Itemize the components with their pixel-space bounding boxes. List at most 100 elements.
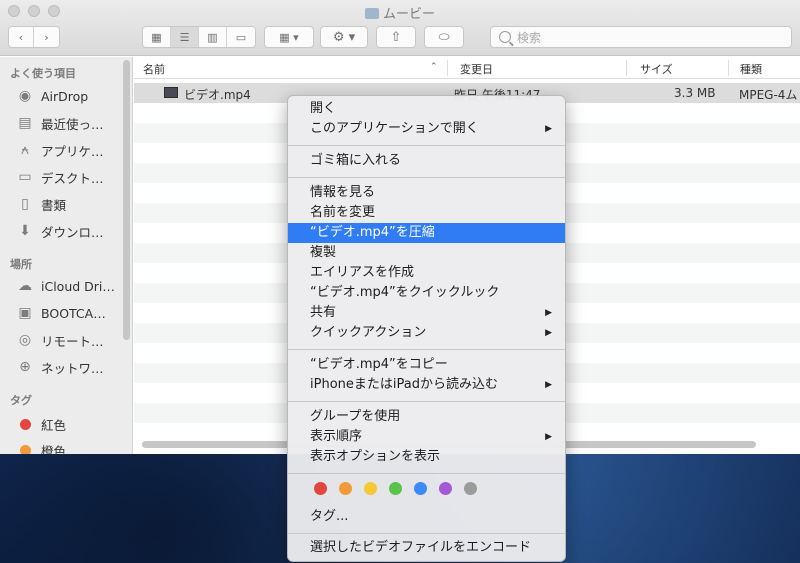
red-tag-dot-icon xyxy=(20,418,31,430)
menu-item-share[interactable]: 共有 ▶ xyxy=(288,303,565,323)
column-kind[interactable]: 種類 xyxy=(740,61,762,77)
sidebar-item-remote-disc[interactable]: ◎ リモート… xyxy=(16,330,104,350)
nav-buttons: ‹ › xyxy=(8,26,60,48)
menu-item-label: グループを使用 xyxy=(310,409,401,424)
menu-item-move-to-trash[interactable]: ゴミ箱に入れる xyxy=(288,151,565,171)
sort-ascending-icon: ⌃ xyxy=(430,62,438,72)
menu-item-label: 情報を見る xyxy=(310,185,376,200)
sidebar-item-network[interactable]: ⊕ ネットワ… xyxy=(16,357,104,377)
menu-item-encode-video[interactable]: 選択したビデオファイルをエンコード xyxy=(288,538,565,558)
tag-orange-button[interactable] xyxy=(339,482,352,495)
menu-item-label: このアプリケーションで開く xyxy=(310,121,479,136)
sidebar-item-documents[interactable]: ▯ 書類 xyxy=(16,194,66,214)
file-name: ビデオ.mp4 xyxy=(184,88,251,102)
tag-red-button[interactable] xyxy=(314,482,327,495)
sidebar-item-airdrop[interactable]: ◉ AirDrop xyxy=(16,86,88,106)
column-divider[interactable] xyxy=(447,60,448,76)
sidebar-item-label: ダウンロ… xyxy=(41,224,104,240)
gallery-icon: ▭ xyxy=(235,30,247,44)
menu-item-open[interactable]: 開く xyxy=(288,99,565,119)
sidebar-item-label: ネットワ… xyxy=(41,360,104,376)
icon-grid-icon: ▦ xyxy=(151,30,162,44)
menu-item-open-with[interactable]: このアプリケーションで開く ▶ xyxy=(288,119,565,139)
menu-separator xyxy=(288,473,565,474)
window-title: ムービー xyxy=(0,3,800,22)
menu-item-make-alias[interactable]: エイリアスを作成 xyxy=(288,263,565,283)
sidebar: よく使う項目 ◉ AirDrop ▤ 最近使っ… ⍲ アプリケ… ▭ デスクト… ▯ 書類… xyxy=(0,57,133,454)
sidebar-item-bootcamp[interactable]: ▣ BOOTCA… xyxy=(16,303,106,323)
sidebar-item-label: リモート… xyxy=(41,333,104,349)
column-name[interactable]: 名前 xyxy=(143,61,165,77)
submenu-arrow-icon: ▶ xyxy=(545,124,552,134)
sidebar-item-applications[interactable]: ⍲ アプリケ… xyxy=(16,140,104,160)
orange-tag-dot-icon xyxy=(20,444,31,454)
menu-item-quick-look[interactable]: “ビデオ.mp4”をクイックルック xyxy=(288,283,565,303)
menu-item-label: iPhoneまたはiPadから読み込む xyxy=(310,377,498,392)
sidebar-item-label: アプリケ… xyxy=(41,143,104,159)
icon-view-button[interactable]: ▦ xyxy=(143,27,171,47)
menu-item-duplicate[interactable]: 複製 xyxy=(288,243,565,263)
column-header: 名前 ⌃ 変更日 サイズ 種類 xyxy=(134,57,800,79)
group-button[interactable]: ▦ ▾ xyxy=(264,26,314,48)
menu-item-import-from-iphone[interactable]: iPhoneまたはiPadから読み込む ▶ xyxy=(288,375,565,395)
submenu-arrow-icon: ▶ xyxy=(545,432,552,442)
sidebar-item-label: iCloud Dri… xyxy=(41,278,115,294)
menu-item-view-options[interactable]: 表示オプションを表示 xyxy=(288,447,565,467)
group-grid-icon: ▦ ▾ xyxy=(279,30,299,44)
search-icon xyxy=(499,31,511,43)
menu-item-get-info[interactable]: 情報を見る xyxy=(288,183,565,203)
favorites-header: よく使う項目 xyxy=(10,67,76,80)
search-field[interactable]: 検索 xyxy=(490,26,792,48)
menu-item-label: 表示順序 xyxy=(310,429,363,444)
folder-icon xyxy=(364,8,379,19)
sidebar-item-tag-orange[interactable]: 橙色 xyxy=(16,440,66,454)
tag-gray-button[interactable] xyxy=(464,482,477,495)
menu-item-use-groups[interactable]: グループを使用 xyxy=(288,407,565,427)
submenu-arrow-icon: ▶ xyxy=(545,308,552,318)
share-button[interactable]: ⇧ xyxy=(376,26,416,48)
sidebar-item-recents[interactable]: ▤ 最近使っ… xyxy=(16,113,103,133)
menu-item-rename[interactable]: 名前を変更 xyxy=(288,203,565,223)
sidebar-item-label: BOOTCA… xyxy=(41,305,106,321)
back-button[interactable]: ‹ xyxy=(9,27,35,47)
menu-item-label: 名前を変更 xyxy=(310,205,376,220)
column-divider[interactable] xyxy=(626,60,627,76)
context-menu: 開く このアプリケーションで開く ▶ ゴミ箱に入れる 情報を見る 名前を変更 “ビ… xyxy=(287,95,566,562)
tag-green-button[interactable] xyxy=(389,482,402,495)
column-size[interactable]: サイズ xyxy=(640,61,673,77)
tag-yellow-button[interactable] xyxy=(364,482,377,495)
list-view-button[interactable]: ☰ xyxy=(171,27,199,47)
file-size: 3.3 MB xyxy=(674,86,716,100)
menu-item-label: “ビデオ.mp4”を圧縮 xyxy=(310,225,435,240)
menu-item-quick-actions[interactable]: クイックアクション ▶ xyxy=(288,323,565,343)
menu-item-label: クイックアクション xyxy=(310,325,427,340)
menu-item-tags[interactable]: タグ... xyxy=(288,507,565,527)
column-view-button[interactable]: ▥ xyxy=(199,27,227,47)
disk-icon: ▣ xyxy=(18,305,32,321)
column-modified[interactable]: 変更日 xyxy=(460,61,493,77)
icloud-icon: ☁ xyxy=(18,278,32,294)
gallery-view-button[interactable]: ▭ xyxy=(227,27,255,47)
file-kind: MPEG-4ム xyxy=(739,88,798,102)
column-divider[interactable] xyxy=(728,60,729,76)
forward-button[interactable]: › xyxy=(34,27,59,47)
sidebar-item-downloads[interactable]: ⬇ ダウンロ… xyxy=(16,221,104,241)
sidebar-item-icloud[interactable]: ☁ iCloud Dri… xyxy=(16,276,115,296)
submenu-arrow-icon: ▶ xyxy=(545,328,552,338)
action-button[interactable]: ⚙ ▾ xyxy=(320,26,368,48)
menu-item-compress[interactable]: “ビデオ.mp4”を圧縮 xyxy=(288,223,565,243)
tag-button[interactable]: ⬭ xyxy=(424,26,464,48)
sidebar-scrollbar[interactable] xyxy=(123,60,130,340)
menu-item-label: エイリアスを作成 xyxy=(310,265,415,280)
sidebar-item-label: 書類 xyxy=(41,197,67,213)
menu-item-sort-by[interactable]: 表示順序 ▶ xyxy=(288,427,565,447)
tag-blue-button[interactable] xyxy=(414,482,427,495)
tag-purple-button[interactable] xyxy=(439,482,452,495)
menu-item-copy[interactable]: “ビデオ.mp4”をコピー xyxy=(288,355,565,375)
chevron-right-icon: › xyxy=(44,30,49,44)
sidebar-item-desktop[interactable]: ▭ デスクト… xyxy=(16,167,103,187)
menu-item-label: “ビデオ.mp4”をクイックルック xyxy=(310,285,500,300)
remote-disc-icon: ◎ xyxy=(18,332,32,348)
chevron-left-icon: ‹ xyxy=(18,30,24,44)
sidebar-item-tag-red[interactable]: 紅色 xyxy=(16,414,66,434)
